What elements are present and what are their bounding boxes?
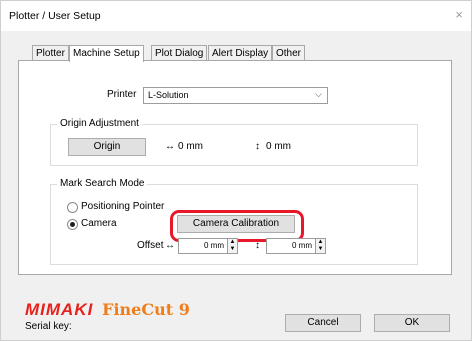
- origin-button[interactable]: Origin: [68, 138, 146, 156]
- product-logo-text: FineCut 9: [102, 300, 190, 319]
- offset-y-stepper[interactable]: ▲ ▼: [315, 238, 326, 254]
- brand-logo-text: MIMAKI: [25, 300, 94, 319]
- cancel-button[interactable]: Cancel: [285, 314, 361, 332]
- tab-plot-dialog[interactable]: Plot Dialog: [151, 45, 208, 61]
- title-bar: Plotter / User Setup ×: [1, 1, 471, 31]
- window-title: Plotter / User Setup: [9, 10, 101, 22]
- offset-label: Offset: [137, 240, 164, 251]
- camera-radio[interactable]: [67, 219, 78, 230]
- chevron-down-icon: ⌵: [315, 89, 322, 99]
- mimaki-finecut-logo: MIMAKI FineCut 9: [25, 300, 190, 320]
- tab-plotter[interactable]: Plotter: [32, 45, 69, 61]
- offset-x-value: 0 mm: [204, 241, 224, 250]
- origin-adjustment-title: Origin Adjustment: [57, 118, 142, 129]
- printer-select[interactable]: L-Solution ⌵: [143, 87, 328, 104]
- camera-label: Camera: [81, 218, 117, 229]
- mark-search-title: Mark Search Mode: [57, 178, 148, 189]
- ok-button[interactable]: OK: [374, 314, 450, 332]
- tab-other[interactable]: Other: [272, 45, 306, 61]
- origin-x-value: 0 mm: [178, 141, 203, 152]
- offset-x-input[interactable]: 0 mm: [178, 238, 228, 254]
- printer-label: Printer: [107, 89, 137, 100]
- positioning-pointer-label: Positioning Pointer: [81, 201, 165, 212]
- horizontal-arrow-icon: ↔: [165, 141, 175, 152]
- tab-machine-setup[interactable]: Machine Setup: [69, 45, 144, 62]
- tab-alert-display[interactable]: Alert Display: [208, 45, 273, 61]
- offset-y-value: 0 mm: [292, 241, 312, 250]
- offset-x-stepper[interactable]: ▲ ▼: [227, 238, 238, 254]
- offset-y-input[interactable]: 0 mm: [266, 238, 316, 254]
- positioning-pointer-radio[interactable]: [67, 202, 78, 213]
- serial-key-label: Serial key:: [25, 321, 72, 332]
- origin-y-value: 0 mm: [266, 141, 291, 152]
- horizontal-arrow-icon: ↔: [165, 240, 175, 251]
- vertical-arrow-icon: ↕: [255, 141, 260, 152]
- close-icon[interactable]: ×: [455, 7, 463, 22]
- vertical-arrow-icon: ↕: [255, 240, 260, 251]
- printer-value: L-Solution: [148, 90, 189, 100]
